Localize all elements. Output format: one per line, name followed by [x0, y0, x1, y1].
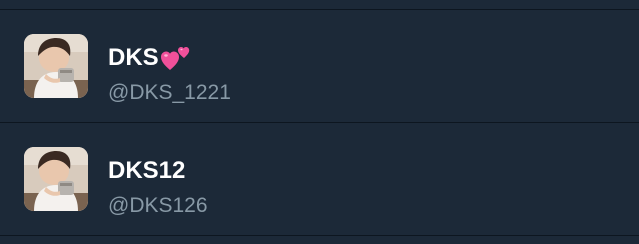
username-handle: @DKS_1221 — [108, 81, 231, 104]
account-row-2[interactable]: DKS12 @DKS126 — [0, 123, 639, 235]
display-name: DKS — [108, 44, 194, 72]
display-name: DKS12 — [108, 157, 186, 184]
username-handle: @DKS126 — [108, 194, 208, 217]
avatar-photo-icon — [24, 34, 88, 98]
avatar-photo-icon — [24, 147, 88, 211]
bottom-divider — [0, 235, 639, 236]
display-name-text: DKS — [108, 44, 159, 71]
avatar[interactable] — [24, 147, 88, 211]
avatar[interactable] — [24, 34, 88, 98]
two-hearts-icon — [160, 44, 194, 72]
account-row-1[interactable]: DKS @DKS_1221 — [0, 10, 639, 122]
